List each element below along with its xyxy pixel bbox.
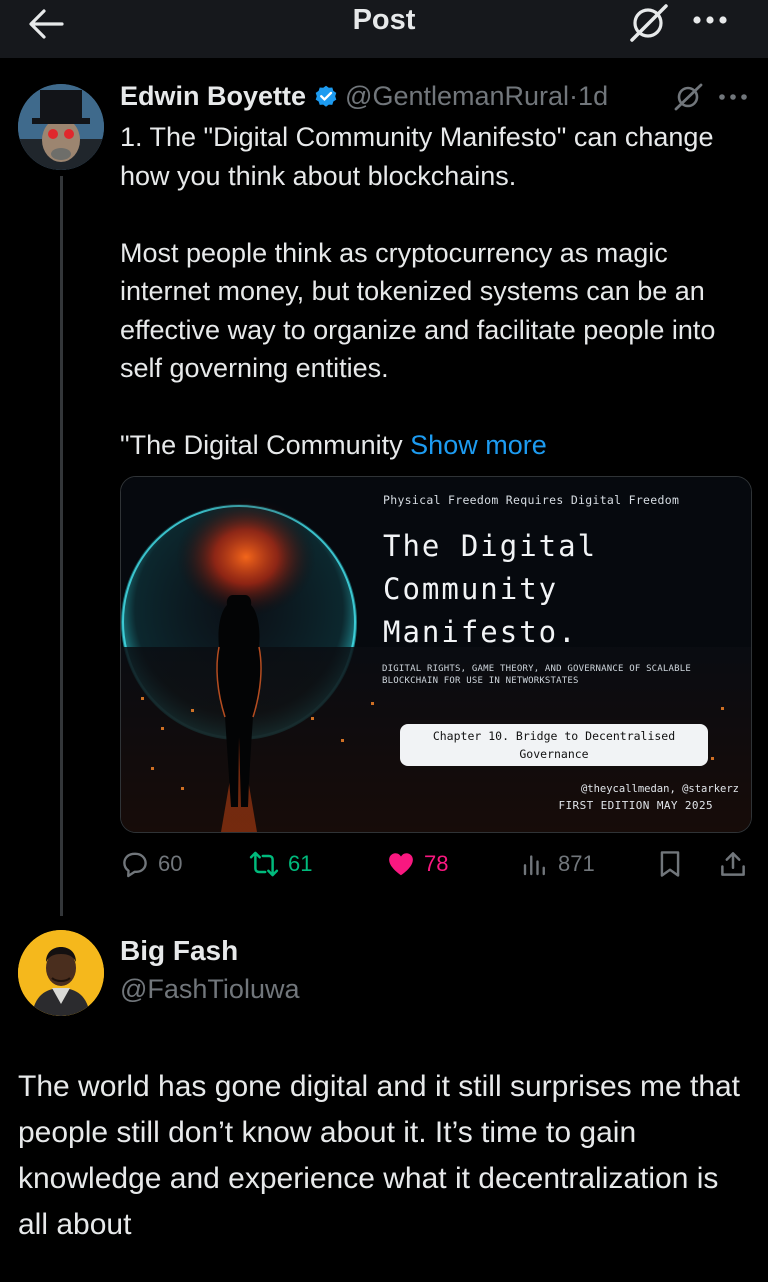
cover-edition: FIRST EDITION MAY 2025 bbox=[558, 799, 713, 812]
more-icon bbox=[719, 94, 747, 100]
reply-author-handle[interactable]: @FashTioluwa bbox=[120, 974, 299, 1005]
avatar[interactable] bbox=[18, 930, 104, 1016]
more-options-button[interactable] bbox=[690, 8, 730, 32]
post-header: Edwin Boyette @GentlemanRural · 1d bbox=[120, 78, 608, 114]
verified-badge-icon bbox=[315, 85, 337, 107]
repost-button[interactable]: 61 bbox=[248, 846, 312, 882]
action-bar: 60 61 78 871 bbox=[120, 846, 760, 882]
post-text: 1. The "Digital Community Manifesto" can… bbox=[120, 118, 750, 465]
reply-text: The world has gone digital and it still … bbox=[18, 1070, 741, 1241]
share-button[interactable] bbox=[718, 846, 756, 882]
post-time[interactable]: 1d bbox=[578, 81, 608, 112]
more-icon bbox=[693, 16, 727, 24]
show-more-link[interactable]: Show more bbox=[410, 430, 547, 460]
avatar[interactable] bbox=[18, 84, 104, 170]
repost-count: 61 bbox=[288, 851, 313, 876]
post-paragraph: Most people think as cryptocurrency as m… bbox=[120, 237, 716, 384]
cover-chapter-badge: Chapter 10. Bridge to Decentralised Gove… bbox=[400, 724, 708, 766]
post-more-button[interactable] bbox=[716, 88, 750, 106]
repost-icon bbox=[249, 851, 279, 877]
bookmark-button[interactable] bbox=[656, 846, 692, 882]
portrait-icon bbox=[18, 930, 104, 1016]
like-button[interactable]: 78 bbox=[386, 846, 448, 882]
post-paragraph-text: "The Digital Community bbox=[120, 430, 411, 460]
heart-icon bbox=[389, 853, 413, 876]
grok-icon bbox=[674, 83, 703, 111]
share-icon bbox=[721, 852, 745, 876]
views-icon bbox=[523, 855, 545, 876]
grok-button[interactable] bbox=[626, 2, 672, 44]
bookmark-icon bbox=[660, 851, 680, 877]
dot-separator: · bbox=[569, 80, 579, 111]
top-bar: Post bbox=[0, 0, 768, 58]
post-paragraph: "The Digital Community Show more bbox=[120, 426, 750, 465]
views-button[interactable]: 871 bbox=[520, 846, 595, 882]
cover-title-line: Community bbox=[383, 572, 559, 606]
cover-subtitle: DIGITAL RIGHTS, GAME THEORY, AND GOVERNA… bbox=[382, 664, 692, 686]
cover-title-line: Manifesto. bbox=[383, 615, 578, 649]
reply-icon bbox=[123, 852, 147, 878]
cover-tagline: Physical Freedom Requires Digital Freedo… bbox=[383, 493, 680, 507]
reply-count: 60 bbox=[158, 851, 183, 876]
author-handle[interactable]: @GentlemanRural bbox=[345, 81, 569, 112]
like-count: 78 bbox=[424, 851, 449, 876]
post-paragraph: 1. The "Digital Community Manifesto" can… bbox=[120, 122, 714, 191]
reply-author-name[interactable]: Big Fash bbox=[120, 935, 238, 967]
author-name[interactable]: Edwin Boyette bbox=[120, 81, 306, 112]
cover-title-line: The Digital bbox=[383, 529, 598, 563]
views-count: 871 bbox=[558, 851, 595, 876]
cover-title: The Digital Community Manifesto. bbox=[383, 525, 713, 654]
top-hat-portrait-icon bbox=[18, 84, 104, 170]
grok-explain-button[interactable] bbox=[672, 82, 706, 112]
grok-icon bbox=[630, 4, 668, 42]
reply-button[interactable]: 60 bbox=[120, 846, 182, 882]
post-image[interactable]: Physical Freedom Requires Digital Freedo… bbox=[120, 476, 752, 833]
cover-authors: @theycallmedan, @starkerz bbox=[580, 783, 739, 795]
thread-connector bbox=[60, 176, 63, 916]
